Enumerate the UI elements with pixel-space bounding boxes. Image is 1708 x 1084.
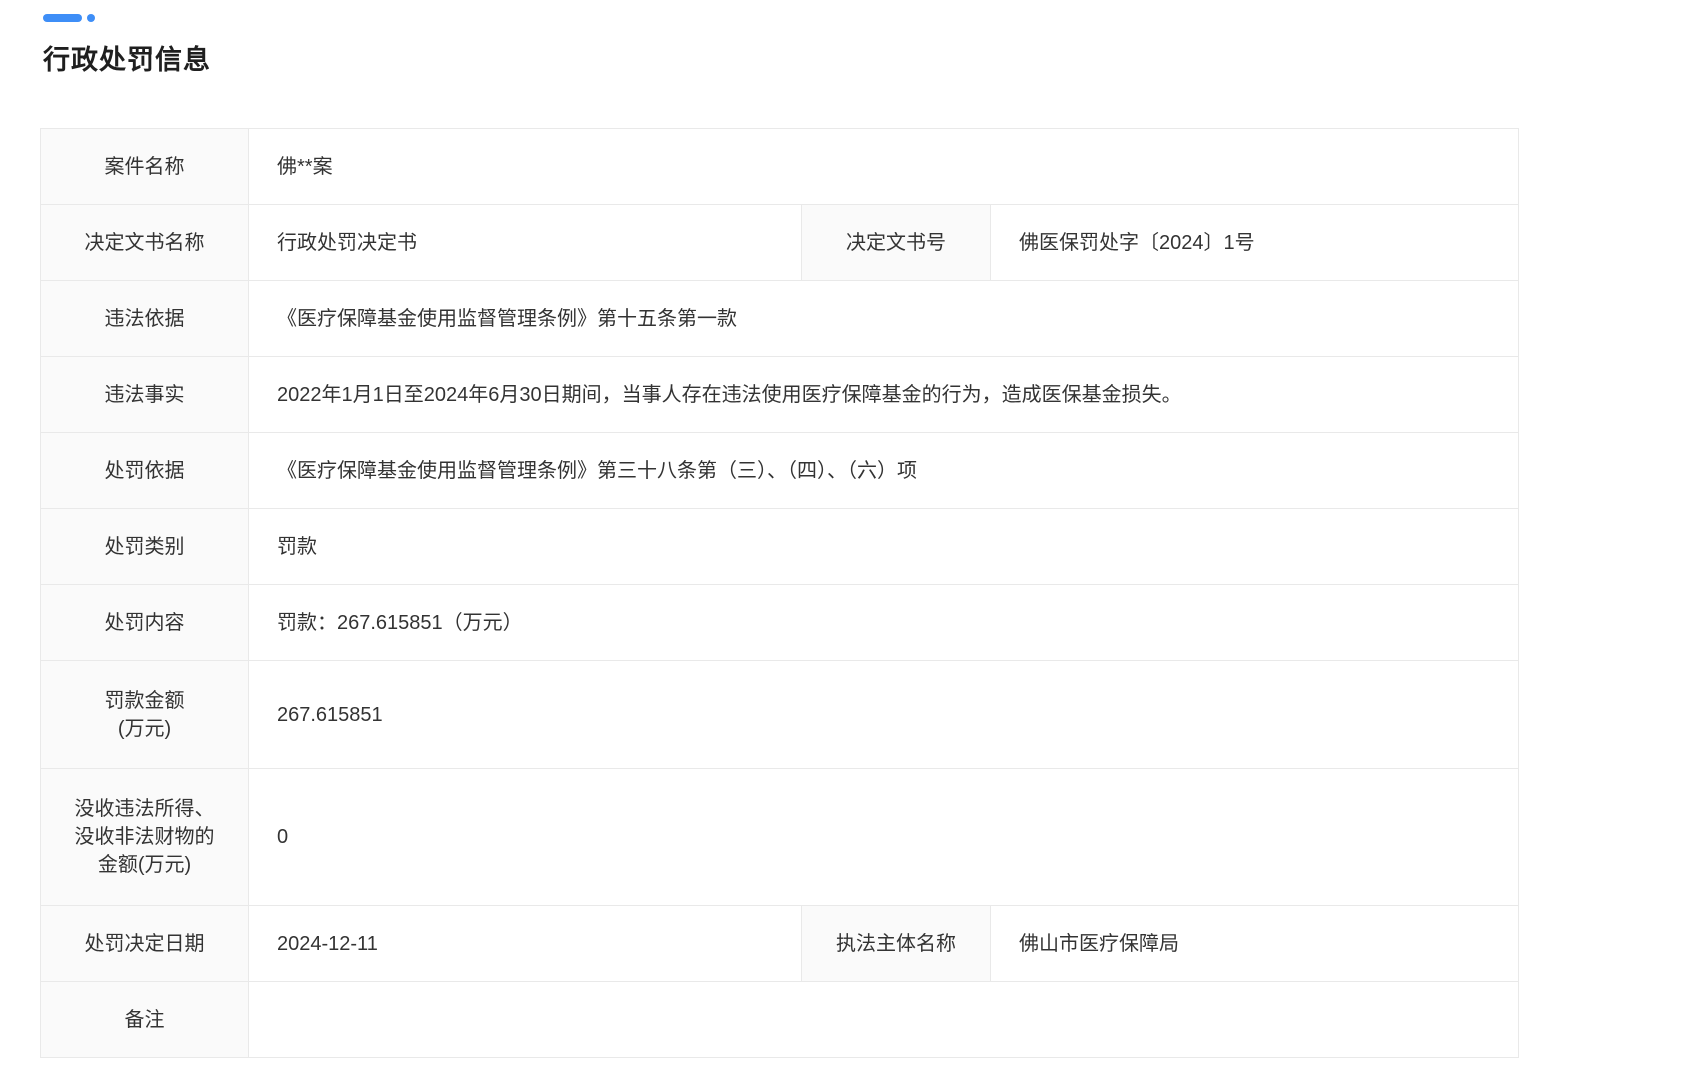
remarks-value [249, 982, 1519, 1058]
penalty-basis-value: 《医疗保障基金使用监督管理条例》第三十八条第（三）、（四）、（六）项 [249, 433, 1519, 509]
table-row-violation-basis: 违法依据 《医疗保障基金使用监督管理条例》第十五条第一款 [41, 281, 1519, 357]
page: 行政处罚信息 案件名称 佛**案 决定文书名称 行政处罚决定书 决定文书号 佛医… [0, 0, 1708, 1058]
table-row-violation-facts: 违法事实 2022年1月1日至2024年6月30日期间，当事人存在违法使用医疗保… [41, 357, 1519, 433]
remarks-label: 备注 [41, 982, 249, 1058]
table-row-penalty-content: 处罚内容 罚款：267.615851（万元） [41, 585, 1519, 661]
decision-doc-name-label: 决定文书名称 [41, 205, 249, 281]
table-row-penalty-basis: 处罚依据 《医疗保障基金使用监督管理条例》第三十八条第（三）、（四）、（六）项 [41, 433, 1519, 509]
confiscation-amount-value: 0 [249, 769, 1519, 906]
title-decoration [43, 14, 1708, 22]
page-title: 行政处罚信息 [43, 44, 1708, 77]
penalty-content-label: 处罚内容 [41, 585, 249, 661]
enforcement-agency-value: 佛山市医疗保障局 [991, 906, 1519, 982]
fine-amount-value: 267.615851 [249, 661, 1519, 769]
table-row-case-name: 案件名称 佛**案 [41, 129, 1519, 205]
case-name-label: 案件名称 [41, 129, 249, 205]
table-row-penalty-category: 处罚类别 罚款 [41, 509, 1519, 585]
violation-facts-value: 2022年1月1日至2024年6月30日期间，当事人存在违法使用医疗保障基金的行… [249, 357, 1519, 433]
decision-doc-name-value: 行政处罚决定书 [249, 205, 802, 281]
violation-facts-label: 违法事实 [41, 357, 249, 433]
penalty-category-label: 处罚类别 [41, 509, 249, 585]
penalty-content-value: 罚款：267.615851（万元） [249, 585, 1519, 661]
case-name-value: 佛**案 [249, 129, 1519, 205]
violation-basis-label: 违法依据 [41, 281, 249, 357]
penalty-category-value: 罚款 [249, 509, 1519, 585]
table-row-confiscation-amount: 没收违法所得、 没收非法财物的 金额(万元) 0 [41, 769, 1519, 906]
penalty-info-table: 案件名称 佛**案 决定文书名称 行政处罚决定书 决定文书号 佛医保罚处字〔20… [40, 128, 1519, 1058]
decision-doc-number-label: 决定文书号 [802, 205, 991, 281]
fine-amount-label: 罚款金额 (万元) [41, 661, 249, 769]
table-row-decision-document: 决定文书名称 行政处罚决定书 决定文书号 佛医保罚处字〔2024〕1号 [41, 205, 1519, 281]
decoration-dot [87, 14, 95, 22]
decision-doc-number-value: 佛医保罚处字〔2024〕1号 [991, 205, 1519, 281]
decision-date-value: 2024-12-11 [249, 906, 802, 982]
confiscation-amount-label: 没收违法所得、 没收非法财物的 金额(万元) [41, 769, 249, 906]
penalty-basis-label: 处罚依据 [41, 433, 249, 509]
table-row-remarks: 备注 [41, 982, 1519, 1058]
enforcement-agency-label: 执法主体名称 [802, 906, 991, 982]
decision-date-label: 处罚决定日期 [41, 906, 249, 982]
decoration-dash [43, 14, 82, 22]
table-row-fine-amount: 罚款金额 (万元) 267.615851 [41, 661, 1519, 769]
violation-basis-value: 《医疗保障基金使用监督管理条例》第十五条第一款 [249, 281, 1519, 357]
table-row-decision-date: 处罚决定日期 2024-12-11 执法主体名称 佛山市医疗保障局 [41, 906, 1519, 982]
